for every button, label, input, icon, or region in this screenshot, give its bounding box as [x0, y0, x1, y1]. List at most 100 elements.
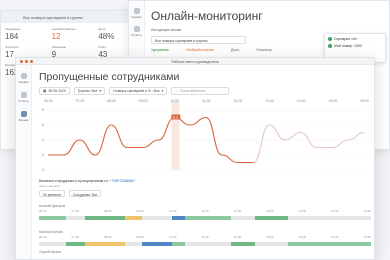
- group-filter[interactable]: Группы: Все ▾: [73, 87, 106, 95]
- activity-segment: [231, 216, 255, 220]
- online-icon: [328, 44, 332, 48]
- timeline-tick: 07:00: [71, 209, 79, 213]
- chart-note: Число звонков: [39, 184, 60, 188]
- activity-segment: [171, 242, 186, 246]
- timeline-tick: 10:00: [168, 235, 177, 239]
- timeline-tick: 16:00: [363, 209, 371, 213]
- group-value: Группы: Все: [77, 89, 98, 93]
- employee-name: Алексей Дмитров: [39, 204, 66, 208]
- date-value: 30.06.2020: [48, 89, 66, 93]
- sidebar-item-service[interactable]: Сервис: [16, 73, 31, 84]
- x-tick-label: 16:00: [360, 99, 369, 103]
- activity-segment: [141, 216, 172, 220]
- activity-segment: [85, 242, 126, 246]
- scenario-select[interactable]: Все номера сценариев и группы: [151, 36, 246, 44]
- timeline-tick: 15:00: [331, 235, 339, 239]
- legend-number[interactable]: +79872258880: [109, 179, 134, 183]
- x-tick-label: 06:00: [44, 99, 53, 103]
- x-tick-label: 08:00: [107, 99, 116, 103]
- timeline-tick: 08:00: [103, 235, 112, 239]
- timeline-header: 06:00 07:00 08:00 09:00 10:00 11:00 12:00 13:00…: [39, 209, 371, 214]
- tab-operator[interactable]: Оператор: [256, 48, 272, 52]
- series-line-faded: [253, 124, 365, 164]
- x-tick-label: 10:00: [170, 99, 179, 103]
- tab-unprocessed[interactable]: Необработанные: [186, 48, 214, 52]
- activity-segment: [39, 242, 66, 246]
- sidebar-item-reports[interactable]: Отчёты: [16, 92, 31, 103]
- chevron-down-icon: ▾: [161, 89, 164, 93]
- y-tick-label: 0: [42, 168, 44, 172]
- y-tick-label: 2: [42, 153, 44, 157]
- x-tick-label: 07:00: [76, 99, 85, 103]
- employee-name: Ксения Козлова: [39, 230, 63, 234]
- y-tick-label: 8: [42, 108, 44, 112]
- date-filter[interactable]: ▦ 30.06.2020: [39, 87, 70, 95]
- popup-row[interactable]: Сценарии «А»: [328, 37, 382, 41]
- numbers-filter[interactable]: Номера сценариев и Ф.: Все ▾: [109, 87, 168, 95]
- window-titlebar: Рабочее место руководителя: [16, 58, 374, 65]
- sidebar-label: Сервис: [18, 80, 29, 84]
- sidebar-label: Отчёты: [18, 99, 29, 103]
- service-icon[interactable]: [133, 8, 140, 14]
- timeline-tick: 07:00: [71, 235, 79, 239]
- activity-segment: [65, 216, 86, 220]
- employee-row: Сергей Латров: [39, 250, 371, 254]
- popup-label: Мой номер: 1052: [334, 44, 362, 48]
- sidebar-label: Отчёты: [131, 33, 142, 37]
- x-tick-label: 13:00: [265, 99, 274, 103]
- timeline-tick: 12:00: [233, 209, 242, 213]
- window-title: Рабочее место руководителя: [171, 59, 219, 64]
- sidebar-item-calls[interactable]: Звонки: [16, 111, 31, 122]
- activity-segment: [65, 242, 86, 246]
- sidebar-label: Сервис: [131, 15, 142, 19]
- stat-label: Ожидание: [51, 45, 67, 49]
- timeline-tick: 06:00: [39, 209, 47, 213]
- timeline-header: 06:00 07:00 08:00 09:00 10:00 11:00 12:00 13:00…: [39, 235, 371, 240]
- popup-label: Сценарии «А»: [334, 37, 358, 41]
- chevron-down-icon: ▾: [99, 89, 102, 93]
- sort-select[interactable]: По времени: [39, 190, 65, 197]
- page-title: Пропущенные сотрудниками: [39, 71, 180, 83]
- activity-strip[interactable]: [39, 216, 371, 220]
- filter-bar: ▦ 30.06.2020 Группы: Все ▾ Номера сценарие…: [39, 87, 230, 95]
- status-tabs: Удержание Необработанные Доля Оператор: [151, 48, 288, 52]
- x-tick-label: 14:00: [297, 99, 306, 103]
- timeline-tick: 11:00: [201, 235, 209, 239]
- chart-legend: Касания сотрудника к пропущенным от +798…: [39, 179, 135, 183]
- x-tick-label: 12:00: [234, 99, 243, 103]
- value-badge-label: 8.2: [173, 115, 178, 119]
- reports-icon[interactable]: [133, 26, 140, 32]
- search-icon: ⌕: [175, 89, 178, 93]
- activity-segment: [231, 242, 255, 246]
- tab-share[interactable]: Доля: [231, 48, 239, 52]
- popup-row[interactable]: Мой номер: 1052: [328, 44, 382, 48]
- activity-segment: [85, 216, 126, 220]
- stat-label: Оператор: [5, 45, 19, 49]
- activity-segment: [125, 242, 142, 246]
- missed-calls-chart: 0 2 4 6 8 06:00 07:00 08:00 09:00 10:00 11:00 12:00…: [42, 99, 369, 172]
- timeline-tick: 13:00: [266, 209, 274, 213]
- service-icon: [20, 73, 27, 79]
- timeline-tick: 11:00: [201, 209, 209, 213]
- activity-segment: [171, 216, 186, 220]
- y-tick-label: 6: [42, 123, 44, 127]
- timeline-tick: 14:00: [298, 235, 307, 239]
- timeline-tick: 15:00: [331, 209, 339, 213]
- phone-icon: [20, 111, 27, 117]
- search-input[interactable]: ⌕ Поиск абонента: [171, 87, 230, 95]
- sidebar-label: Звонки: [18, 118, 29, 122]
- x-tick-label: 11:00: [202, 99, 211, 103]
- employee-select[interactable]: Сотрудники: Все: [68, 190, 102, 197]
- timeline-tick: 09:00: [136, 235, 144, 239]
- reports-icon: [20, 92, 27, 98]
- search-placeholder: Поиск абонента: [179, 89, 206, 93]
- online-icon: [328, 37, 332, 41]
- legend-text: Касания сотрудника к пропущенным от: [39, 179, 109, 183]
- activity-segment: [141, 242, 172, 246]
- tab-hold[interactable]: Удержание: [151, 48, 169, 52]
- y-tick-label: 4: [42, 138, 44, 142]
- missed-calls-window: Рабочее место руководителя Сервис Отчёты…: [15, 57, 375, 260]
- timeline-tick: 09:00: [136, 209, 144, 213]
- activity-strip[interactable]: [39, 242, 371, 246]
- activity-segment: [185, 242, 232, 246]
